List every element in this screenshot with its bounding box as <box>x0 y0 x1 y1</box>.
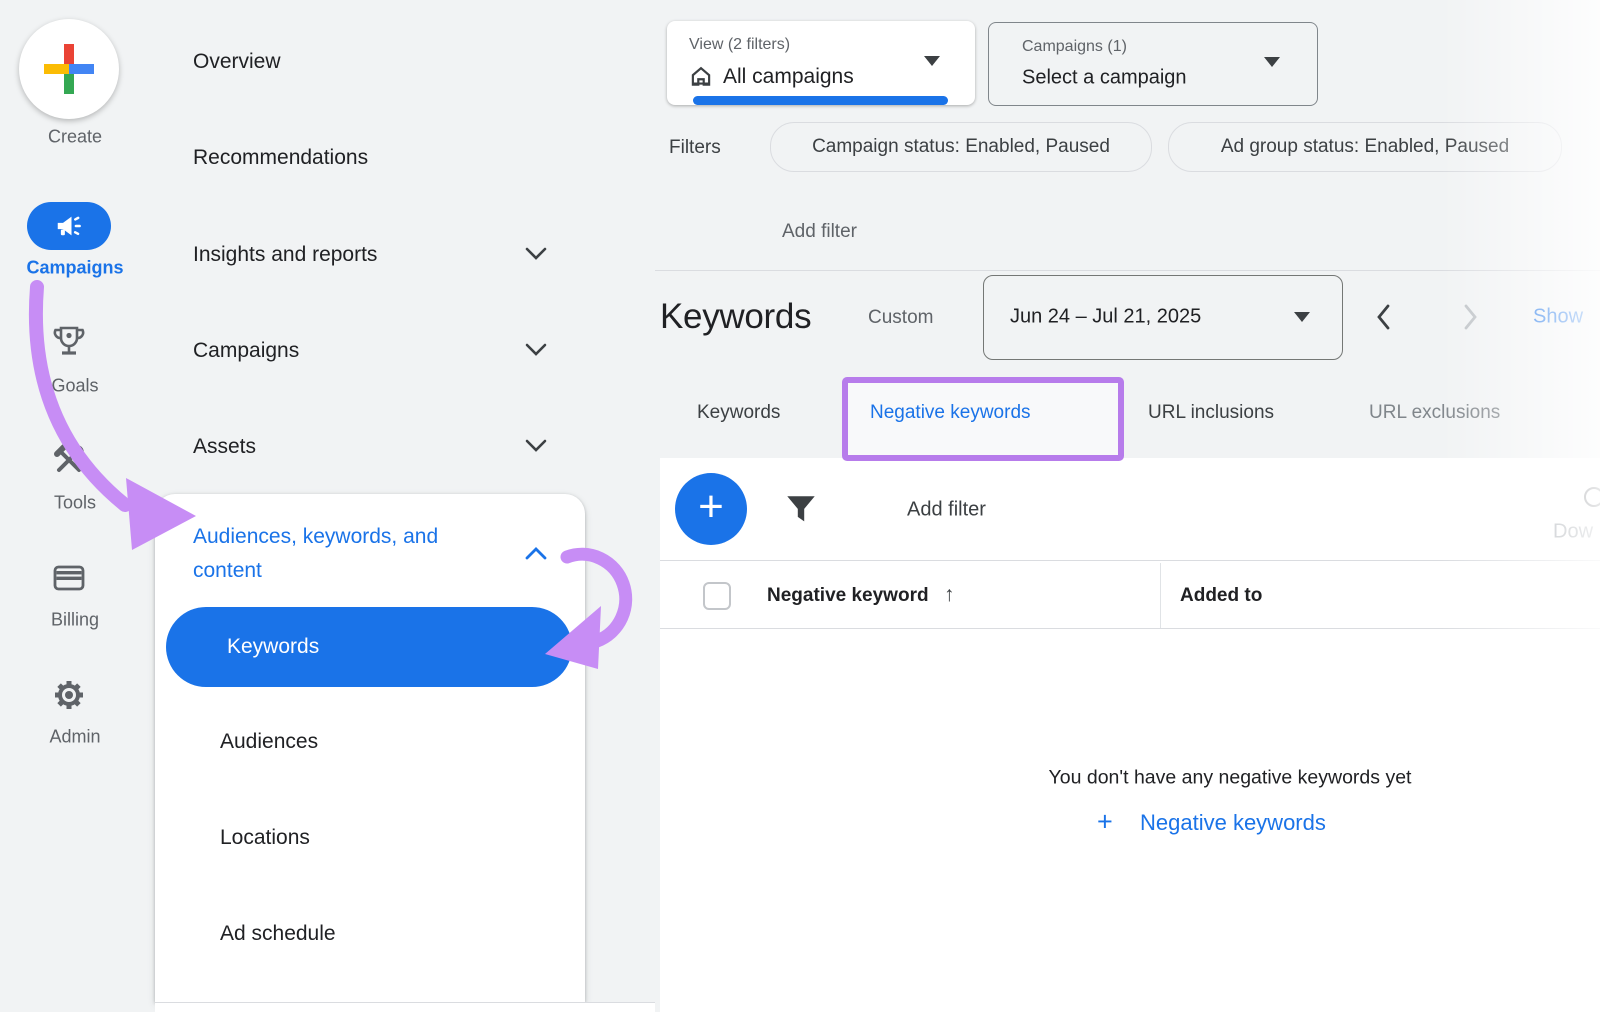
column-header-negative-keyword[interactable]: Negative keyword <box>767 585 929 607</box>
google-ads-app: Create Campaigns Goals Tools <box>0 0 1600 1012</box>
nav-item-overview[interactable]: Overview <box>193 50 281 74</box>
negative-keywords-table <box>660 458 1600 1012</box>
plus-icon[interactable]: + <box>1097 807 1113 838</box>
tab-url-inclusions[interactable]: URL inclusions <box>1148 402 1274 424</box>
add-filter-link[interactable]: Add filter <box>782 221 857 243</box>
chevron-down-icon[interactable] <box>524 343 548 357</box>
filter-pill-ad-group-status[interactable]: Ad group status: Enabled, Paused <box>1168 122 1562 172</box>
nav-item-audiences-keywords-content[interactable]: Audiences, keywords, and <box>193 525 438 549</box>
google-plus-icon <box>42 42 96 96</box>
view-selector-value: All campaigns <box>723 65 854 89</box>
view-dropdown-arrow-icon[interactable] <box>924 56 940 66</box>
sidebar-label-tools: Tools <box>0 493 150 514</box>
sort-ascending-icon[interactable]: ↑ <box>944 583 955 607</box>
column-header-added-to[interactable]: Added to <box>1180 585 1262 607</box>
empty-state-add-negative-keywords-link[interactable]: Negative keywords <box>1140 810 1326 836</box>
nav-item-audiences-keywords-content-line2[interactable]: content <box>193 559 262 583</box>
divider <box>660 628 1600 629</box>
divider <box>660 560 1600 561</box>
filter-funnel-icon[interactable] <box>785 494 817 526</box>
page-title: Keywords <box>660 297 811 337</box>
campaign-selector-label: Campaigns (1) <box>1022 38 1127 56</box>
chevron-down-icon[interactable] <box>524 439 548 453</box>
nav-item-assets[interactable]: Assets <box>193 435 256 459</box>
subnav-item-ad-schedule[interactable]: Ad schedule <box>220 922 336 946</box>
tab-negative-keywords[interactable]: Negative keywords <box>870 402 1031 424</box>
nav-item-insights-reports[interactable]: Insights and reports <box>193 243 377 267</box>
sidebar-label-admin: Admin <box>0 727 150 748</box>
create-label: Create <box>0 127 150 148</box>
tab-keywords[interactable]: Keywords <box>697 402 780 424</box>
sidebar-label-goals: Goals <box>0 376 150 397</box>
sidebar-item-campaigns[interactable] <box>27 202 111 250</box>
show-chart-link[interactable]: Show <box>1533 306 1583 329</box>
filter-pill-campaign-status[interactable]: Campaign status: Enabled, Paused <box>770 122 1152 172</box>
campaign-selector-value: Select a campaign <box>1022 67 1187 90</box>
sidebar-label-campaigns: Campaigns <box>0 258 150 279</box>
prev-period-icon[interactable] <box>1374 303 1394 331</box>
filter-pill-text: Campaign status: Enabled, Paused <box>812 136 1110 158</box>
download-label-partial[interactable]: Dow <box>1553 521 1593 544</box>
nav-item-recommendations[interactable]: Recommendations <box>193 146 368 170</box>
panel-bottom-edge <box>155 1002 655 1012</box>
sidebar-label-billing: Billing <box>0 610 150 631</box>
download-icon[interactable] <box>1584 487 1600 507</box>
create-button[interactable] <box>19 19 119 119</box>
filter-pill-text: Ad group status: Enabled, Paused <box>1221 136 1509 158</box>
column-divider <box>1160 563 1161 628</box>
trophy-icon[interactable] <box>49 322 89 362</box>
tab-url-exclusions[interactable]: URL exclusions <box>1369 402 1500 424</box>
home-icon <box>688 63 714 89</box>
add-negative-keyword-button[interactable]: + <box>675 473 747 545</box>
megaphone-icon <box>54 211 84 241</box>
select-all-checkbox[interactable] <box>703 582 731 610</box>
subnav-item-locations[interactable]: Locations <box>220 826 310 850</box>
subnav-item-audiences[interactable]: Audiences <box>220 730 318 754</box>
gear-icon[interactable] <box>49 675 89 715</box>
view-selected-indicator <box>693 96 948 105</box>
divider <box>655 270 1600 271</box>
date-dropdown-arrow-icon[interactable] <box>1294 312 1310 322</box>
date-range-value: Jun 24 – Jul 21, 2025 <box>1010 306 1201 329</box>
view-selector-label: View (2 filters) <box>689 36 790 54</box>
chevron-down-icon[interactable] <box>524 247 548 261</box>
plus-icon: + <box>698 485 724 529</box>
date-range-mode: Custom <box>868 307 933 329</box>
empty-state-message: You don't have any negative keywords yet <box>1049 767 1412 790</box>
table-add-filter-link[interactable]: Add filter <box>907 499 986 522</box>
tools-icon[interactable] <box>49 440 89 480</box>
filters-label: Filters <box>669 137 721 159</box>
campaign-dropdown-arrow-icon[interactable] <box>1264 57 1280 67</box>
subnav-keywords-label: Keywords <box>227 635 319 659</box>
chevron-up-icon[interactable] <box>524 546 548 560</box>
next-period-icon[interactable] <box>1460 303 1480 331</box>
nav-item-campaigns[interactable]: Campaigns <box>193 339 299 363</box>
billing-card-icon[interactable] <box>49 558 89 598</box>
